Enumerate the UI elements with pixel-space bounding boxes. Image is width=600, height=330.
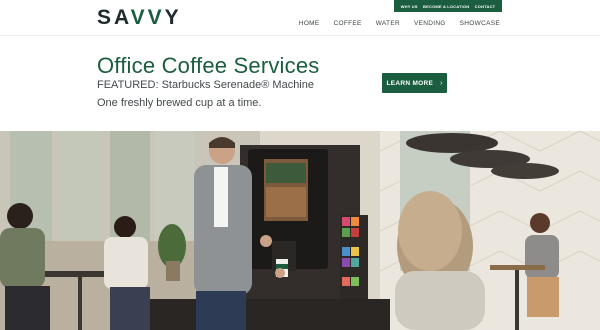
nav-item-vending[interactable]: VENDING bbox=[414, 20, 446, 27]
tagline: One freshly brewed cup at a time. bbox=[97, 97, 262, 109]
logo-wordmark: SAVVY bbox=[97, 6, 182, 29]
page-title: Office Coffee Services bbox=[97, 53, 320, 78]
featured-text: FEATURED: Starbucks Serenade® Machine bbox=[97, 79, 314, 91]
nav-item-water[interactable]: WATER bbox=[376, 20, 400, 27]
utility-link-become-location[interactable]: BECOME A LOCATION bbox=[423, 4, 469, 9]
utility-bar: WHY US BECOME A LOCATION CONTACT bbox=[394, 0, 502, 12]
chevron-right-icon: › bbox=[440, 79, 443, 87]
site-header: SAVVY WHY US BECOME A LOCATION CONTACT H… bbox=[0, 0, 600, 36]
savvy-logo[interactable]: SAVVY bbox=[97, 6, 182, 30]
main-nav: HOME COFFEE WATER VENDING SHOWCASE bbox=[299, 20, 500, 27]
nav-item-showcase[interactable]: SHOWCASE bbox=[460, 20, 500, 27]
office-coffee-scene bbox=[0, 131, 600, 330]
utility-link-contact[interactable]: CONTACT bbox=[475, 4, 496, 9]
hero-section: Office Coffee Services FEATURED: Starbuc… bbox=[0, 36, 600, 131]
hero-photo bbox=[0, 131, 600, 330]
learn-more-label: LEARN MORE bbox=[386, 79, 434, 87]
nav-item-home[interactable]: HOME bbox=[299, 20, 320, 27]
utility-link-why-us[interactable]: WHY US bbox=[401, 4, 418, 9]
nav-item-coffee[interactable]: COFFEE bbox=[334, 20, 362, 27]
learn-more-button[interactable]: LEARN MORE › bbox=[382, 73, 447, 93]
